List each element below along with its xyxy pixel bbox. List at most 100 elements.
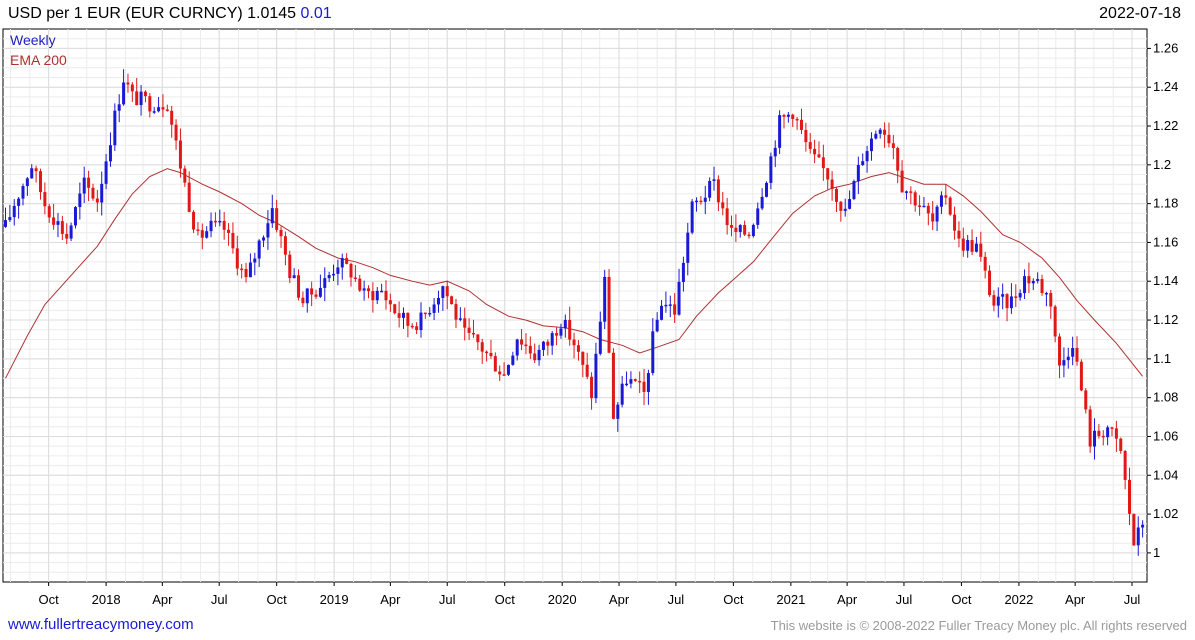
candle-body	[187, 182, 191, 212]
website-link[interactable]: www.fullertreacymoney.com	[8, 616, 194, 633]
candle-body	[292, 275, 296, 279]
candle-body	[979, 243, 983, 257]
candle-body	[65, 233, 69, 239]
candle-body	[358, 278, 362, 291]
x-tick-label: Jul	[896, 592, 913, 607]
candle-body	[161, 107, 165, 110]
candle-body	[480, 342, 484, 352]
candle-body	[178, 140, 182, 169]
candle-body	[559, 328, 563, 336]
candle-body	[192, 211, 196, 230]
candle-body	[1132, 513, 1136, 546]
candle-body	[253, 258, 257, 263]
candle-body	[681, 262, 685, 282]
candle-body	[314, 294, 318, 297]
candle-body	[310, 288, 314, 295]
candle-body	[170, 110, 174, 125]
candle-body	[782, 115, 786, 117]
candle-body	[458, 318, 462, 320]
candle-body	[283, 236, 287, 255]
candle-body	[1084, 390, 1088, 410]
candle-body	[821, 157, 825, 169]
candle-body	[786, 114, 790, 117]
candle-body	[1123, 450, 1127, 480]
candle-body	[883, 129, 887, 135]
candle-body	[108, 145, 112, 162]
candle-body	[506, 364, 510, 375]
candle-body	[17, 198, 21, 206]
y-tick-label: 1.08	[1153, 390, 1178, 405]
candle-body	[703, 197, 707, 202]
candle-body	[371, 291, 375, 301]
candle-body	[664, 304, 668, 307]
candle-body	[367, 288, 371, 292]
candle-body	[769, 156, 773, 183]
candle-body	[1044, 292, 1048, 295]
candle-body	[235, 248, 239, 269]
candle-body	[655, 319, 659, 332]
candle-body	[130, 84, 134, 92]
candle-body	[200, 230, 204, 238]
candle-body	[91, 187, 95, 199]
candle-body	[918, 205, 922, 207]
candle-body	[555, 333, 559, 336]
candle-body	[603, 276, 607, 322]
candle-body	[520, 339, 524, 345]
candle-body	[450, 296, 454, 305]
candle-body	[1066, 356, 1070, 361]
candle-body	[533, 353, 537, 361]
candle-body	[660, 305, 664, 320]
candle-body	[677, 281, 681, 315]
x-tick-label: 2022	[1004, 592, 1033, 607]
candle-body	[926, 205, 930, 214]
candle-body	[808, 142, 812, 149]
candle-body	[1005, 294, 1009, 309]
candle-body	[568, 319, 572, 340]
candle-body	[585, 364, 589, 377]
candle-body	[485, 351, 489, 354]
candle-body	[813, 148, 817, 155]
candle-body	[747, 234, 751, 237]
candle-body	[397, 313, 401, 318]
candle-body	[953, 214, 957, 231]
candle-body	[301, 297, 305, 304]
x-tick-label: Jul	[668, 592, 685, 607]
candle-body	[1023, 276, 1027, 294]
candle-body	[537, 349, 541, 361]
candle-body	[69, 225, 73, 239]
candle-body	[625, 383, 629, 386]
candle-body	[1110, 427, 1114, 429]
x-tick-label: 2018	[92, 592, 121, 607]
candle-body	[511, 355, 515, 365]
y-tick-label: 1.02	[1153, 506, 1178, 521]
candle-body	[489, 352, 493, 357]
candle-body	[463, 318, 467, 328]
candle-body	[205, 231, 209, 238]
candle-body	[318, 287, 322, 297]
candle-body	[218, 220, 222, 223]
y-tick-label: 1.04	[1153, 467, 1178, 482]
candle-body	[183, 168, 187, 183]
candle-body	[988, 270, 992, 296]
candle-body	[804, 129, 808, 143]
candle-body	[95, 198, 99, 203]
candle-body	[651, 331, 655, 374]
candle-body	[756, 208, 760, 225]
candle-body	[323, 278, 327, 288]
candle-body	[139, 91, 143, 106]
candle-body	[1036, 279, 1040, 281]
candle-body	[135, 91, 139, 106]
candle-body	[436, 297, 440, 305]
candle-body	[1058, 336, 1062, 366]
candle-body	[349, 263, 353, 278]
candle-body	[900, 170, 904, 193]
candle-body	[502, 374, 506, 376]
candle-body	[148, 96, 152, 112]
candle-body	[52, 217, 56, 225]
candle-body	[922, 205, 926, 208]
candle-body	[944, 195, 948, 198]
candle-body	[1101, 435, 1105, 438]
candle-body	[909, 191, 913, 193]
candle-body	[690, 201, 694, 233]
y-tick-label: 1.18	[1153, 196, 1178, 211]
